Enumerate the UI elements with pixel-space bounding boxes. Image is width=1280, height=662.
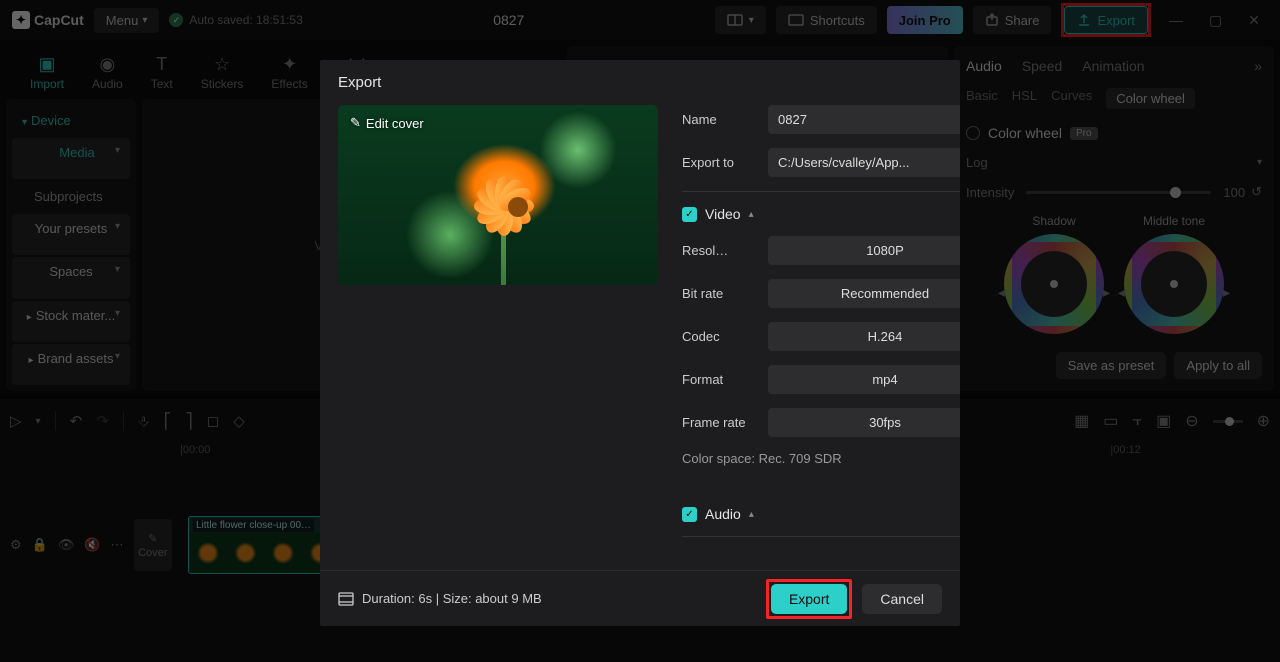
edit-cover-button[interactable]: ✎ Edit cover [350,115,424,131]
export-confirm-highlight: Export [766,579,852,619]
name-input[interactable] [768,105,960,134]
audio-section[interactable]: ✓ Audio ▴ [682,506,960,522]
export-confirm-button[interactable]: Export [771,584,847,614]
video-section[interactable]: ✓ Video ▴ [682,206,960,222]
collapse-icon: ▴ [749,509,754,520]
exportto-label: Export to [682,155,756,170]
bitrate-select[interactable]: Recommended [768,279,960,308]
name-label: Name [682,112,756,127]
film-icon [338,592,354,606]
export-dialog: Export ✎ Edit cover Name Exp [320,60,960,626]
checkbox-checked-icon[interactable]: ✓ [682,207,697,222]
resolution-label: Resol… [682,243,756,258]
pencil-icon: ✎ [350,115,361,131]
bitrate-label: Bit rate [682,286,756,301]
colorspace-text: Color space: Rec. 709 SDR [682,451,960,466]
duration-info: Duration: 6s | Size: about 9 MB [338,591,542,606]
framerate-label: Frame rate [682,415,756,430]
format-label: Format [682,372,756,387]
resolution-select[interactable]: 1080P [768,236,960,265]
codec-select[interactable]: H.264 [768,322,960,351]
cover-preview[interactable]: ✎ Edit cover [338,105,658,285]
collapse-icon: ▴ [749,209,754,220]
format-select[interactable]: mp4 [768,365,960,394]
codec-label: Codec [682,329,756,344]
checkbox-checked-icon[interactable]: ✓ [682,507,697,522]
exportto-input[interactable] [768,148,960,177]
framerate-select[interactable]: 30fps [768,408,960,437]
modal-title: Export [320,60,960,105]
cancel-button[interactable]: Cancel [862,584,942,614]
